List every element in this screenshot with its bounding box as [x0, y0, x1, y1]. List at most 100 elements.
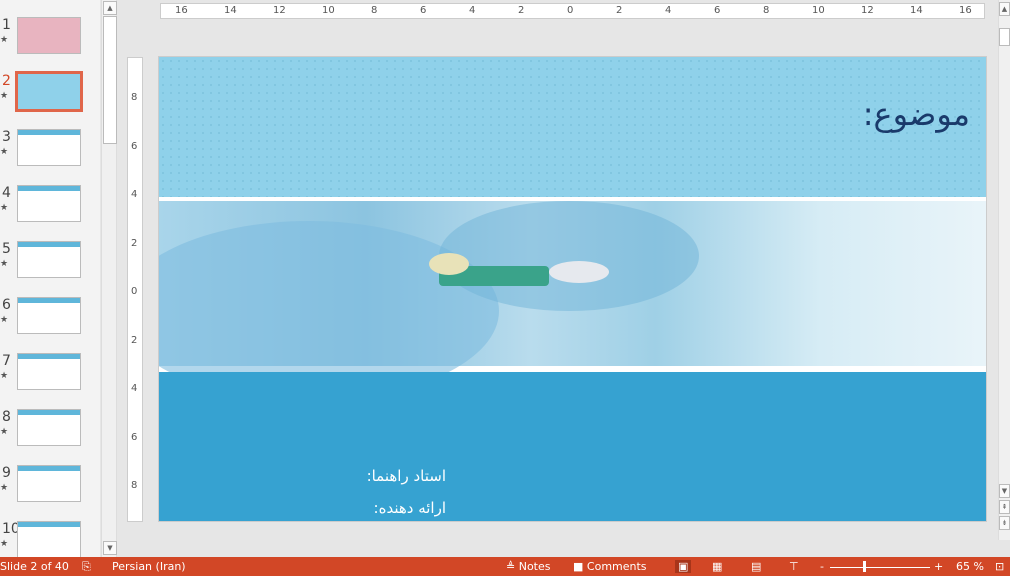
zoom-in-button[interactable]: + [934, 560, 943, 573]
animation-star-icon: ★ [0, 91, 9, 101]
ruler-label: 10 [322, 5, 335, 16]
slide-thumbnail[interactable]: 9 ★ [0, 465, 100, 515]
scroll-down-button[interactable]: ▼ [103, 541, 117, 555]
ruler-label: 4 [665, 5, 672, 16]
slide-number: 4 [2, 185, 11, 201]
status-bar: Slide 2 of 40 ⎘ Persian (Iran) ≜ Notes ■… [0, 557, 1010, 576]
ruler-label: 0 [567, 5, 574, 16]
thumbnail-header [18, 410, 80, 415]
ruler-label: 4 [131, 383, 138, 394]
slide-thumbnail-pane: 1 ★ 2 ★ 3 ★ 4 ★ 5 ★ 6 ★ 7 ★ 8 ★ 9 ★ 10 ★ [0, 0, 100, 558]
thumbnail-image[interactable] [17, 353, 81, 390]
ruler-label: 16 [175, 5, 188, 16]
slide-number: 6 [2, 297, 11, 313]
zoom-level[interactable]: 65 % [956, 560, 984, 573]
ruler-label: 8 [131, 92, 138, 103]
slideshow-button[interactable]: ⊤ [789, 560, 799, 573]
ruler-label: 12 [861, 5, 874, 16]
slide-thumbnail[interactable]: 1 ★ [0, 17, 100, 67]
animation-star-icon: ★ [0, 427, 9, 437]
ruler-label: 4 [131, 189, 138, 200]
presenter-label[interactable]: ارائه دهنده: [374, 499, 446, 517]
horizontal-ruler: 16 14 12 10 8 6 4 2 0 2 4 6 8 10 12 14 16 [160, 3, 985, 19]
ruler-label: 14 [224, 5, 237, 16]
ruler-label: 8 [371, 5, 378, 16]
comments-button[interactable]: ■ Comments [573, 560, 647, 573]
thumbnail-image[interactable] [17, 185, 81, 222]
notes-label: Notes [518, 560, 551, 573]
thumbnail-image[interactable] [17, 409, 81, 446]
normal-view-button[interactable]: ▣ [675, 560, 692, 573]
slide-canvas[interactable]: موضوع: استاد راهنما: ارائه دهنده: [158, 56, 987, 522]
thumbnail-scrollbar[interactable]: ▲ ▼ [101, 0, 117, 557]
thumbnail-image[interactable] [17, 297, 81, 334]
next-slide-button[interactable]: ⇟ [999, 516, 1010, 530]
editor-scrollbar[interactable]: ▲ ▼ ⇞ ⇟ [998, 0, 1010, 540]
ruler-label: 6 [131, 431, 138, 443]
scroll-up-button[interactable]: ▲ [103, 1, 117, 15]
animation-star-icon: ★ [0, 203, 9, 213]
animation-star-icon: ★ [0, 539, 9, 549]
slide-thumbnail[interactable]: 5 ★ [0, 241, 100, 291]
slide-thumbnail[interactable]: 8 ★ [0, 409, 100, 459]
thumbnail-header [18, 242, 80, 247]
slide-thumbnail[interactable]: 7 ★ [0, 353, 100, 403]
ruler-label: 8 [763, 5, 770, 16]
scrollbar-thumb[interactable] [103, 16, 117, 144]
notes-button[interactable]: ≜ Notes [506, 560, 551, 573]
advisor-label[interactable]: استاد راهنما: [367, 467, 446, 485]
slide-number: 8 [2, 409, 11, 425]
vertical-ruler: 8 6 4 2 0 2 4 6 8 [127, 57, 143, 522]
language-indicator[interactable]: Persian (Iran) [112, 560, 186, 573]
slide-title[interactable]: موضوع: [863, 95, 970, 133]
zoom-slider-handle[interactable] [862, 561, 866, 572]
thumbnail-image[interactable] [17, 521, 81, 558]
comment-icon: ■ [573, 560, 584, 573]
slide-sorter-button[interactable]: ▦ [712, 560, 722, 573]
slide-counter: Slide 2 of 40 [0, 560, 69, 573]
slide-thumbnail[interactable]: 4 ★ [0, 185, 100, 235]
ruler-label: 2 [518, 5, 525, 16]
ruler-label: 6 [131, 140, 138, 152]
ruler-label: 4 [469, 5, 476, 16]
zoom-out-button[interactable]: - [820, 560, 824, 573]
thumbnail-image[interactable] [17, 241, 81, 278]
scrollbar-thumb[interactable] [999, 28, 1010, 46]
thumbnail-image[interactable] [17, 129, 81, 166]
ruler-label: 12 [273, 5, 286, 16]
scroll-up-button[interactable]: ▲ [999, 2, 1010, 16]
scroll-down-button[interactable]: ▼ [999, 484, 1010, 498]
slide-thumbnail[interactable]: 6 ★ [0, 297, 100, 347]
thumbnail-header [18, 354, 80, 359]
notes-icon: ≜ [506, 560, 516, 573]
previous-slide-button[interactable]: ⇞ [999, 500, 1010, 514]
zoom-slider[interactable] [830, 567, 930, 568]
reading-view-button[interactable]: ▤ [751, 560, 761, 573]
ruler-label: 10 [812, 5, 825, 16]
thumbnail-header [18, 298, 80, 303]
ruler-label: 16 [959, 5, 972, 16]
animation-star-icon: ★ [0, 371, 9, 381]
thumbnail-header [18, 522, 80, 527]
surgery-photo [159, 201, 986, 401]
fit-to-window-button[interactable]: ⊡ [995, 560, 1004, 573]
slide-number: 9 [2, 465, 11, 481]
ruler-label: 6 [420, 5, 427, 16]
info-band [159, 372, 986, 521]
spellcheck-icon[interactable]: ⎘ [82, 560, 91, 574]
thumbnail-image[interactable] [17, 17, 81, 54]
ruler-label: 14 [910, 5, 923, 16]
ruler-label: 2 [131, 237, 138, 249]
animation-star-icon: ★ [0, 483, 9, 493]
thumbnail-image[interactable] [17, 465, 81, 502]
slide-thumbnail[interactable]: 2 ★ [0, 71, 100, 123]
thumbnail-header [18, 466, 80, 471]
ruler-label: 6 [714, 5, 721, 16]
slide-number: 2 [2, 73, 11, 89]
thumbnail-header [18, 130, 80, 135]
slide-number: 5 [2, 241, 11, 257]
animation-star-icon: ★ [0, 147, 9, 157]
thumbnail-image[interactable] [15, 71, 83, 112]
slide-thumbnail[interactable]: 3 ★ [0, 129, 100, 179]
animation-star-icon: ★ [0, 259, 9, 269]
